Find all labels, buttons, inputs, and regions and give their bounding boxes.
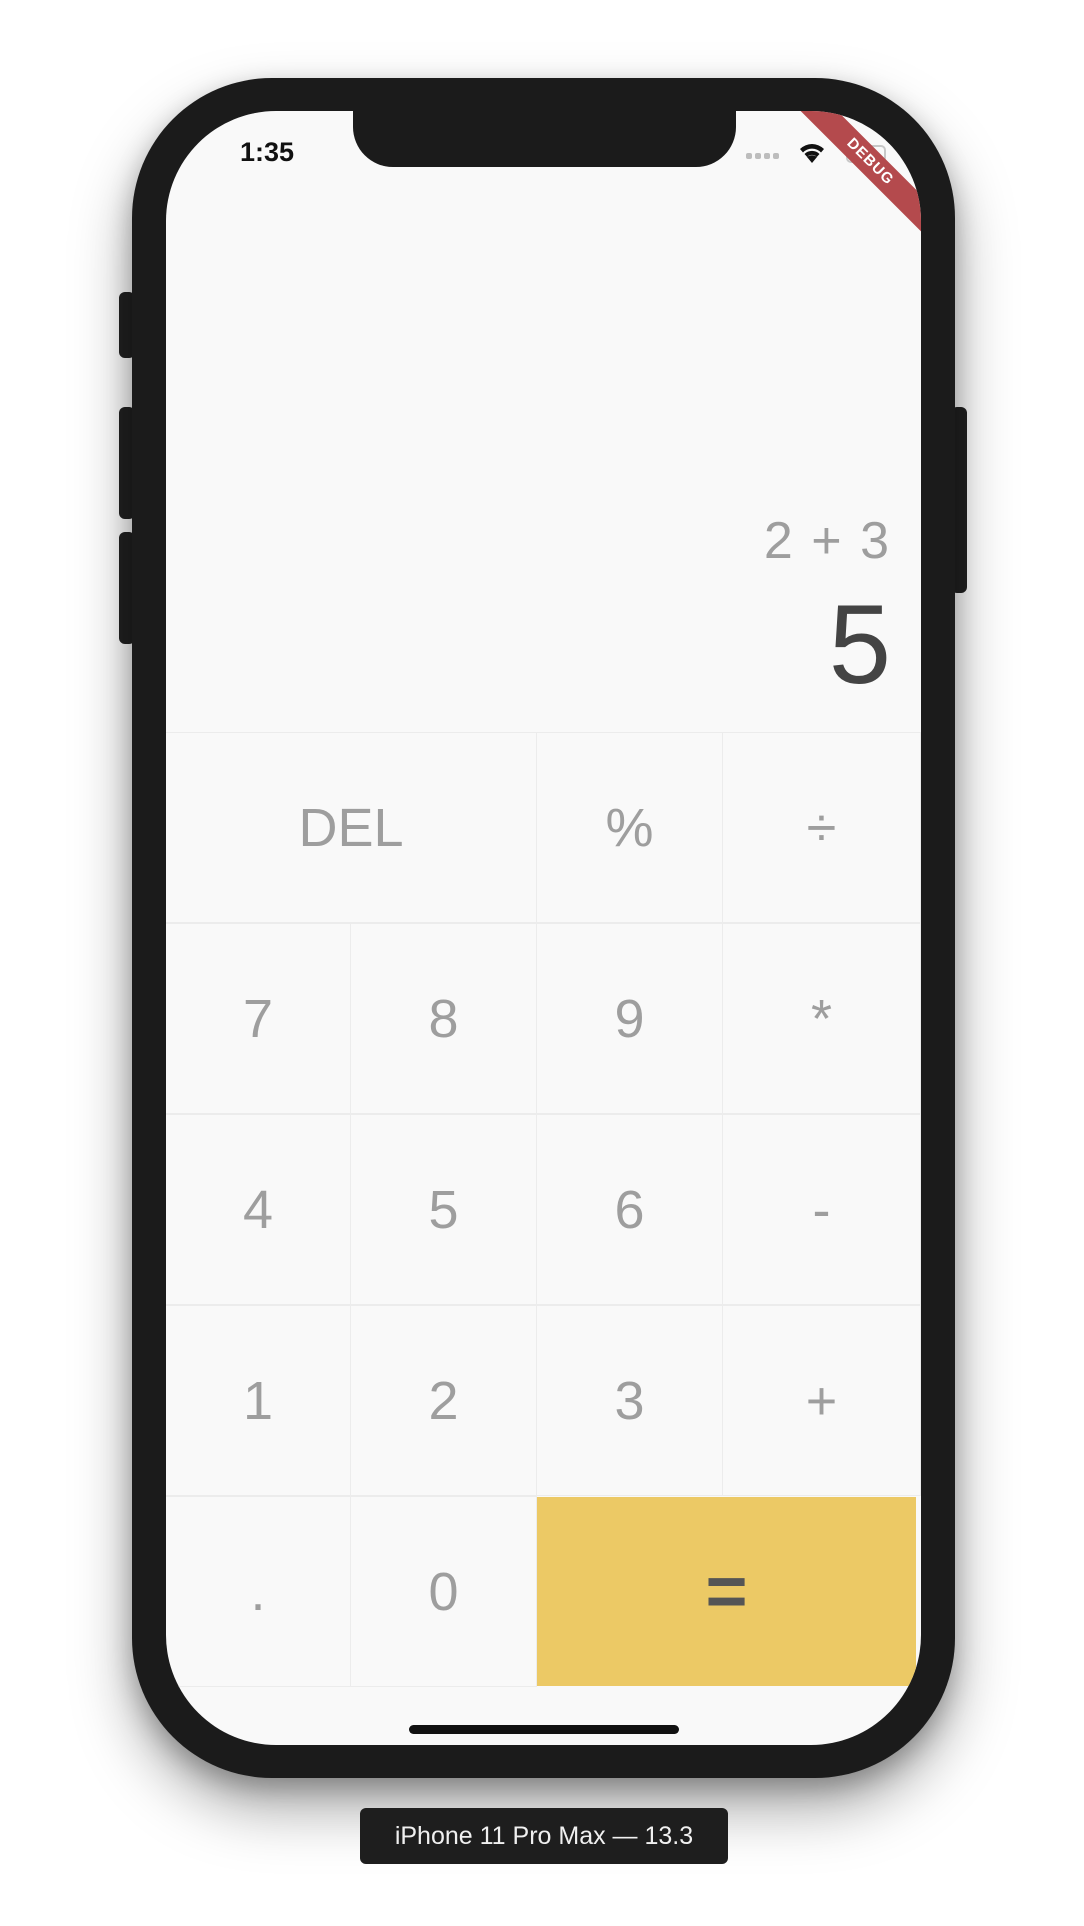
home-indicator[interactable] [409, 1725, 679, 1734]
minus-button[interactable]: - [723, 1114, 921, 1305]
digit-5-button[interactable]: 5 [351, 1114, 537, 1305]
del-button[interactable]: DEL [166, 732, 537, 923]
digit-3-button[interactable]: 3 [537, 1305, 723, 1496]
digit-1-button[interactable]: 1 [166, 1305, 351, 1496]
digit-4-button[interactable]: 4 [166, 1114, 351, 1305]
percent-button[interactable]: % [537, 732, 723, 923]
calculator-display: 2 + 3 5 [166, 111, 921, 732]
divide-button[interactable]: ÷ [723, 732, 921, 923]
digit-2-button[interactable]: 2 [351, 1305, 537, 1496]
digit-8-button[interactable]: 8 [351, 923, 537, 1114]
digit-7-button[interactable]: 7 [166, 923, 351, 1114]
keypad: DEL % ÷ 7 8 9 * 4 5 6 - 1 2 3 + . 0 = [166, 732, 921, 1688]
result-text: 5 [828, 582, 891, 707]
decimal-button[interactable]: . [166, 1496, 351, 1687]
digit-9-button[interactable]: 9 [537, 923, 723, 1114]
digit-0-button[interactable]: 0 [351, 1496, 537, 1687]
equals-button[interactable]: = [537, 1497, 916, 1686]
device-label: iPhone 11 Pro Max — 13.3 [360, 1808, 728, 1864]
multiply-button[interactable]: * [723, 923, 921, 1114]
simulator-stage: 1:35 DEBUG 2 + 3 5 DEL % ÷ 7 8 9 * 4 5 6… [0, 0, 1084, 1926]
plus-button[interactable]: + [723, 1305, 921, 1496]
digit-6-button[interactable]: 6 [537, 1114, 723, 1305]
phone-screen: 1:35 DEBUG 2 + 3 5 DEL % ÷ 7 8 9 * 4 5 6… [166, 111, 921, 1745]
expression-text: 2 + 3 [763, 512, 891, 570]
